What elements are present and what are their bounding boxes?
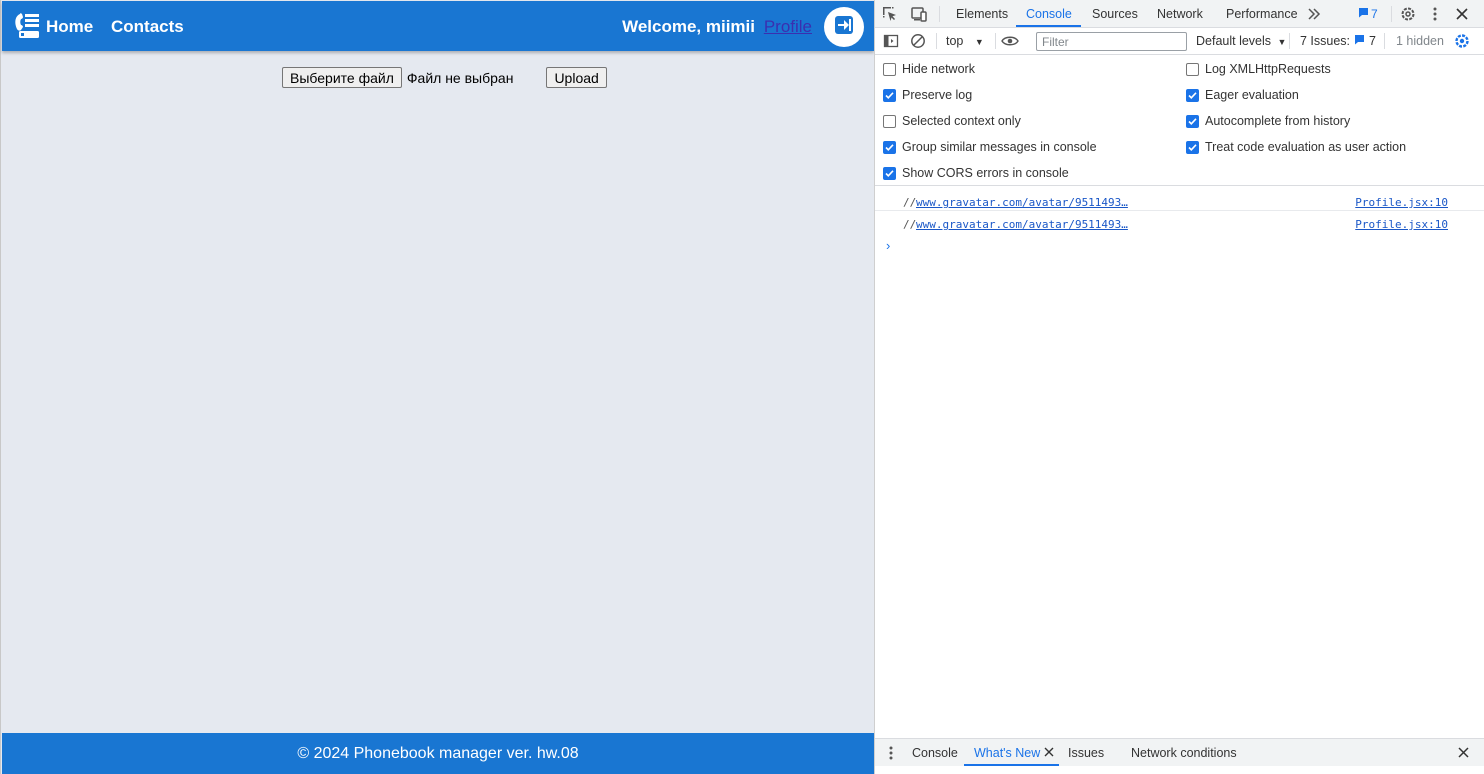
message-url-link[interactable]: www.gravatar.com/avatar/9511493… <box>916 196 1128 209</box>
drawer-menu-icon[interactable] <box>887 745 895 761</box>
drawer-tab-issues[interactable]: Issues <box>1068 746 1104 760</box>
messages-badge[interactable]: 7 <box>1358 7 1378 21</box>
hidden-messages-count: 1 hidden <box>1396 34 1444 48</box>
checkbox-box <box>883 114 896 128</box>
close-tab-icon[interactable] <box>1043 745 1055 759</box>
checkbox-label: Log XMLHttpRequests <box>1205 62 1331 76</box>
show-cors-errors-checkbox[interactable]: Show CORS errors in console <box>883 166 1069 180</box>
nav-home-link[interactable]: Home <box>46 17 93 37</box>
console-settings-panel: Hide network Preserve log Selected conte… <box>875 56 1484 186</box>
clear-console-icon[interactable] <box>910 33 926 49</box>
inspect-element-icon[interactable] <box>882 6 898 22</box>
close-devtools-icon[interactable] <box>1454 6 1470 22</box>
close-drawer-icon[interactable] <box>1456 745 1470 759</box>
issues-count: 7 <box>1369 34 1376 48</box>
app-viewport: Home Contacts Welcome, miimii Profile Вы… <box>0 0 874 774</box>
console-message: // www.gravatar.com/avatar/9511493… Prof… <box>875 189 1484 211</box>
app-header: Home Contacts Welcome, miimii Profile <box>2 1 874 51</box>
message-url-link[interactable]: www.gravatar.com/avatar/9511493… <box>916 218 1128 231</box>
footer-text: © 2024 Phonebook manager ver. hw.08 <box>297 744 579 762</box>
checkbox-box <box>1186 114 1199 128</box>
console-toolbar: top ▼ Default levels ▼ 7 Issues: 7 1 hid… <box>875 28 1484 55</box>
devtools-panel: Elements Console Sources Network Perform… <box>874 0 1484 774</box>
console-filter-input[interactable] <box>1036 32 1187 51</box>
drawer-tab-whats-new[interactable]: What's New <box>974 746 1040 760</box>
messages-count: 7 <box>1371 7 1378 21</box>
drawer-tab-console[interactable]: Console <box>912 746 958 760</box>
drawer-tab-network-conditions[interactable]: Network conditions <box>1131 746 1237 760</box>
preserve-log-checkbox[interactable]: Preserve log <box>883 88 972 102</box>
tab-console[interactable]: Console <box>1026 7 1072 21</box>
sidebar-toggle-icon[interactable] <box>883 33 899 49</box>
tab-elements[interactable]: Elements <box>956 7 1008 21</box>
treat-code-evaluation-checkbox[interactable]: Treat code evaluation as user action <box>1186 140 1406 154</box>
tab-sources[interactable]: Sources <box>1092 7 1138 21</box>
logout-icon <box>834 15 854 40</box>
checkbox-box <box>883 62 896 76</box>
checkbox-box <box>883 88 896 102</box>
group-similar-checkbox[interactable]: Group similar messages in console <box>883 140 1097 154</box>
checkbox-box <box>883 166 896 180</box>
log-levels-value: Default levels <box>1196 34 1272 48</box>
tab-network[interactable]: Network <box>1157 7 1203 21</box>
tab-performance[interactable]: Performance <box>1226 7 1298 21</box>
checkbox-box <box>1186 140 1199 154</box>
issues-label: 7 Issues: <box>1300 34 1351 48</box>
more-tabs-chevron-icon[interactable] <box>1307 7 1321 21</box>
settings-gear-icon[interactable] <box>1399 5 1417 23</box>
message-prefix: // <box>903 218 917 231</box>
profile-link[interactable]: Profile <box>764 17 812 37</box>
checkbox-label: Selected context only <box>902 114 1021 128</box>
device-toolbar-icon[interactable] <box>910 6 928 22</box>
devtools-drawer-tabbar: Console What's New Issues Network condit… <box>875 738 1484 766</box>
context-chevron-down-icon: ▼ <box>974 37 984 47</box>
active-tab-indicator <box>1016 25 1081 27</box>
logout-button[interactable] <box>824 7 864 47</box>
autocomplete-history-checkbox[interactable]: Autocomplete from history <box>1186 114 1350 128</box>
checkbox-label: Preserve log <box>902 88 973 102</box>
checkbox-label: Group similar messages in console <box>902 140 1097 154</box>
welcome-text: Welcome, miimii <box>622 17 755 36</box>
context-value: top <box>946 34 964 48</box>
upload-form: Выберите файл Файл не выбран Upload <box>282 67 607 88</box>
message-source-link[interactable]: Profile.jsx:10 <box>1355 196 1448 209</box>
upload-button[interactable]: Upload <box>546 67 607 88</box>
checkbox-box <box>883 140 896 154</box>
checkbox-label: Eager evaluation <box>1205 88 1299 102</box>
checkbox-label: Show CORS errors in console <box>902 166 1069 180</box>
file-status-text: Файл не выбран <box>406 69 514 86</box>
console-prompt-chevron-icon[interactable]: › <box>886 238 890 253</box>
drawer-content <box>875 766 1484 774</box>
console-settings-gear-icon[interactable] <box>1453 32 1471 50</box>
log-levels-select[interactable]: Default levels ▼ <box>1196 34 1286 48</box>
checkbox-box <box>1186 62 1199 76</box>
phonebook-logo-icon[interactable] <box>11 11 41 41</box>
issues-counter[interactable]: 7 Issues: 7 <box>1300 34 1376 48</box>
levels-chevron-down-icon: ▼ <box>1277 37 1287 47</box>
eager-evaluation-checkbox[interactable]: Eager evaluation <box>1186 88 1299 102</box>
app-footer: © 2024 Phonebook manager ver. hw.08 <box>2 733 874 774</box>
selected-context-only-checkbox[interactable]: Selected context only <box>883 114 1021 128</box>
nav-contacts-link[interactable]: Contacts <box>111 17 184 37</box>
message-source-link[interactable]: Profile.jsx:10 <box>1355 218 1448 231</box>
message-icon <box>1358 7 1369 21</box>
checkbox-label: Treat code evaluation as user action <box>1205 140 1407 154</box>
context-select[interactable]: top ▼ <box>946 34 984 48</box>
choose-file-button[interactable]: Выберите файл <box>282 67 402 88</box>
hide-network-checkbox[interactable]: Hide network <box>883 62 975 76</box>
more-options-icon[interactable] <box>1428 6 1442 22</box>
checkbox-label: Hide network <box>902 62 975 76</box>
devtools-tabbar: Elements Console Sources Network Perform… <box>875 0 1484 28</box>
issues-message-icon <box>1354 34 1365 48</box>
live-expression-eye-icon[interactable] <box>1000 33 1020 49</box>
checkbox-label: Autocomplete from history <box>1205 114 1351 128</box>
checkbox-box <box>1186 88 1199 102</box>
console-message: // www.gravatar.com/avatar/9511493… Prof… <box>875 211 1484 233</box>
message-prefix: // <box>903 196 917 209</box>
log-xmlhttprequests-checkbox[interactable]: Log XMLHttpRequests <box>1186 62 1331 76</box>
